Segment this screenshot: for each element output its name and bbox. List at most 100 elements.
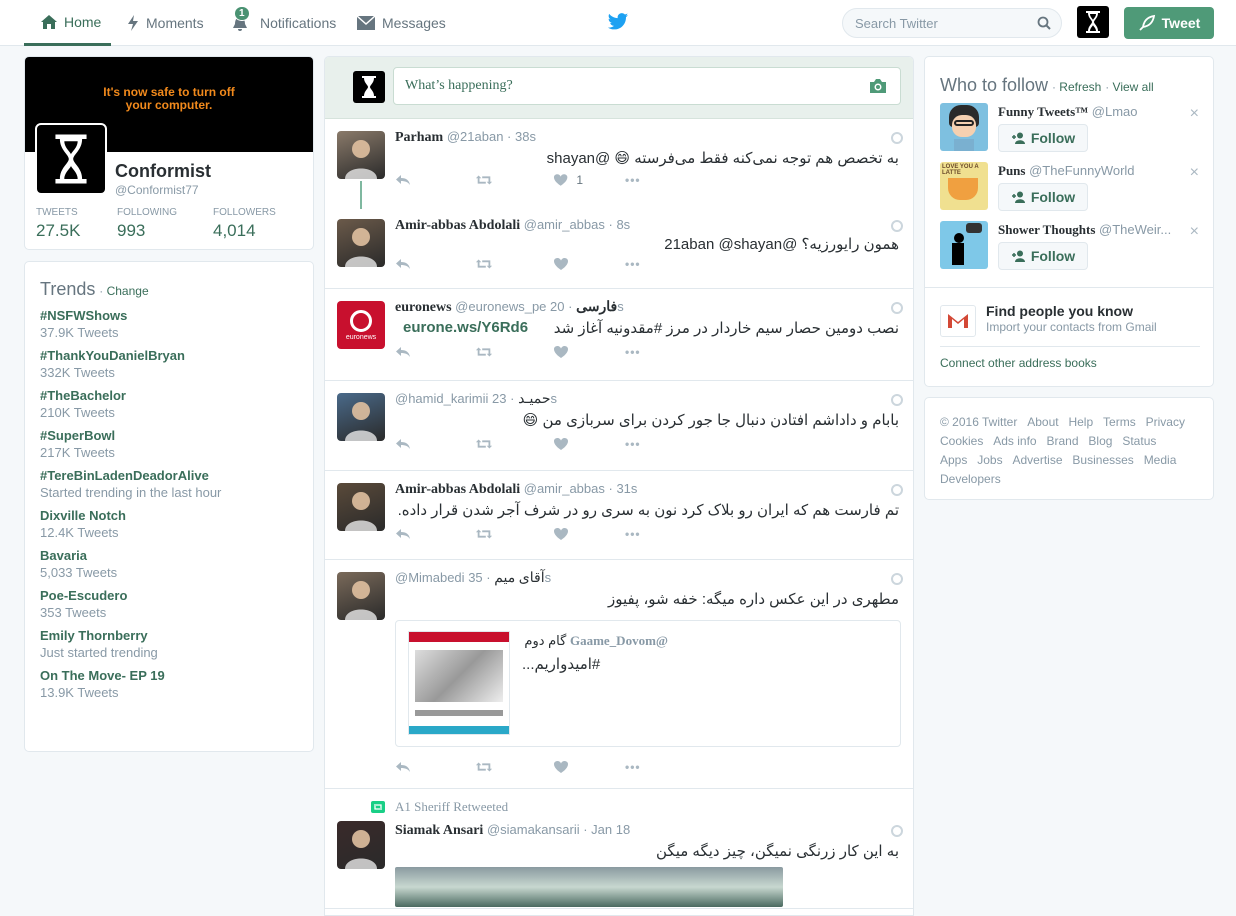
profile-name[interactable]: Conformist [115, 161, 211, 182]
stat-tweets[interactable]: TWEETS 27.5K [36, 207, 80, 241]
more-icon[interactable]: ••• [625, 527, 641, 541]
user-avatar-menu[interactable] [1077, 6, 1109, 38]
wtf-handle[interactable]: @Lmao [1092, 104, 1138, 119]
dismiss-icon[interactable]: × [1190, 223, 1199, 241]
footer-link[interactable]: Privacy [1146, 415, 1185, 429]
reply-icon[interactable] [395, 174, 413, 186]
tweet-handle[interactable]: @Mimabedi [395, 570, 465, 585]
tweet-handle[interactable]: @amir_abbas [524, 481, 605, 496]
tweet-item[interactable]: A1 Sheriff Retweeted Siamak Ansari @siam… [325, 789, 913, 909]
tweet-author-name[interactable]: Amir-abbas Abdolali [395, 482, 520, 497]
tweet-handle[interactable]: @hamid_karimii [395, 391, 488, 406]
tweet-media[interactable] [395, 867, 783, 907]
tweet-avatar[interactable] [337, 572, 385, 620]
tweet-button[interactable]: Tweet [1124, 7, 1214, 39]
like-icon[interactable] [553, 437, 583, 451]
quoted-tweet[interactable]: @Gaame_Dovom گام دوم #امیدواریم... [395, 620, 901, 747]
tweet-time[interactable]: · Jan 18 [583, 822, 630, 837]
tweet-author-name[interactable]: حمیـد [518, 392, 550, 407]
footer-link[interactable]: Help [1068, 415, 1093, 429]
wtf-name[interactable]: Puns [998, 163, 1025, 178]
retweet-icon[interactable] [475, 258, 493, 270]
footer-link[interactable]: Jobs [977, 453, 1002, 467]
footer-link[interactable]: Advertise [1013, 453, 1063, 467]
tweet-author-name[interactable]: euronews [395, 300, 452, 315]
tweet-author-name[interactable]: Amir-abbas Abdolali [395, 218, 520, 233]
follow-button[interactable]: Follow [998, 124, 1088, 152]
connect-address-books-link[interactable]: Connect other address books [940, 356, 1097, 370]
more-icon[interactable]: ••• [625, 760, 641, 774]
tweet-avatar[interactable] [337, 393, 385, 441]
like-icon[interactable] [553, 527, 583, 541]
trend-item[interactable]: #ThankYouDanielBryan 332K Tweets [40, 348, 298, 380]
reply-icon[interactable] [395, 528, 413, 540]
nav-messages[interactable]: Messages [356, 0, 446, 46]
wtf-avatar[interactable] [940, 103, 988, 151]
nav-moments[interactable]: Moments [126, 0, 204, 46]
like-icon[interactable] [553, 760, 583, 774]
tweet-author-name-2[interactable]: فارسی [576, 300, 617, 315]
tweet-link[interactable]: eurone.ws/Y6Rd6 [403, 319, 528, 336]
tweet-time[interactable]: · 31s [609, 481, 638, 496]
twitter-bird-icon[interactable] [607, 12, 629, 32]
footer-link[interactable]: Brand [1047, 434, 1079, 448]
trend-item[interactable]: On The Move- EP 19 13.9K Tweets [40, 668, 298, 700]
trend-item[interactable]: #SuperBowl 217K Tweets [40, 428, 298, 460]
reply-icon[interactable] [395, 761, 413, 773]
tweet-author-name[interactable]: Parham [395, 130, 443, 145]
trend-item[interactable]: #NSFWShows 37.9K Tweets [40, 308, 298, 340]
tweet-item[interactable]: Parham @21aban · 38s به تخصص هم توجه نمی‌… [325, 119, 913, 209]
quoted-name[interactable]: گام دوم [524, 633, 566, 648]
search-input[interactable] [842, 8, 1062, 38]
follow-button[interactable]: Follow [998, 183, 1088, 211]
dismiss-icon[interactable]: × [1190, 105, 1199, 123]
nav-home[interactable]: Home [24, 0, 111, 46]
wtf-avatar[interactable]: LOVE YOU A LATTE [940, 162, 988, 210]
footer-link[interactable]: Developers [940, 472, 1001, 486]
retweet-icon[interactable] [475, 761, 493, 773]
wtf-avatar[interactable] [940, 221, 988, 269]
quoted-image[interactable] [408, 631, 510, 735]
like-icon[interactable]: 1 [553, 173, 583, 187]
trend-item[interactable]: Dixville Notch 12.4K Tweets [40, 508, 298, 540]
wtf-handle[interactable]: @TheWeir... [1099, 222, 1171, 237]
tweet-item[interactable]: Amir-abbas Abdolali @amir_abbas · 31s تم … [325, 471, 913, 560]
tweet-handle[interactable]: @siamakansarii [487, 822, 580, 837]
trend-item[interactable]: Emily Thornberry Just started trending [40, 628, 298, 660]
wtf-handle[interactable]: @TheFunnyWorld [1029, 163, 1134, 178]
trend-item[interactable]: Bavaria 5,033 Tweets [40, 548, 298, 580]
nav-notifications[interactable]: 1 Notifications [232, 0, 336, 46]
footer-link[interactable]: © 2016 Twitter [940, 415, 1017, 429]
tweet-item[interactable]: @hamid_karimii حمیـد · 23s بابام و داداشم… [325, 381, 913, 471]
tweet-avatar[interactable]: euronews [337, 301, 385, 349]
retweet-icon[interactable] [475, 346, 493, 358]
like-icon[interactable] [553, 257, 583, 271]
tweet-handle[interactable]: @21aban [447, 129, 504, 144]
tweet-item[interactable]: @Mimabedi آقای میم · 35s مطهری در این عکس… [325, 560, 913, 789]
compose-input[interactable]: What’s happening? [393, 67, 901, 105]
more-icon[interactable]: ••• [625, 345, 641, 359]
footer-link[interactable]: Media [1144, 453, 1177, 467]
retweet-icon[interactable] [475, 174, 493, 186]
footer-link[interactable]: About [1027, 415, 1058, 429]
search-icon[interactable] [1037, 16, 1051, 30]
wtf-name[interactable]: Funny Tweets™ [998, 104, 1088, 119]
dismiss-icon[interactable]: × [1190, 164, 1199, 182]
find-people-title[interactable]: Find people you know [986, 303, 1133, 319]
footer-link[interactable]: Apps [940, 453, 967, 467]
tweet-avatar[interactable] [337, 131, 385, 179]
profile-handle[interactable]: @Conformist77 [115, 183, 199, 197]
tweet-avatar[interactable] [337, 219, 385, 267]
retweet-icon[interactable] [475, 528, 493, 540]
stat-followers[interactable]: FOLLOWERS 4,014 [213, 207, 276, 241]
tweet-handle[interactable]: @amir_abbas [524, 217, 605, 232]
tweet-author-name[interactable]: آقای میم [494, 571, 544, 586]
follow-button[interactable]: Follow [998, 242, 1088, 270]
footer-link[interactable]: Terms [1103, 415, 1136, 429]
tweet-item[interactable]: euronews euronews @euronews_pe فارسی · 20… [325, 289, 913, 381]
footer-link[interactable]: Status [1122, 434, 1156, 448]
footer-link[interactable]: Blog [1088, 434, 1112, 448]
wtf-name[interactable]: Shower Thoughts [998, 222, 1095, 237]
tweet-item[interactable]: Amir-abbas Abdolali @amir_abbas · 8s همون… [325, 207, 913, 289]
footer-link[interactable]: Cookies [940, 434, 983, 448]
